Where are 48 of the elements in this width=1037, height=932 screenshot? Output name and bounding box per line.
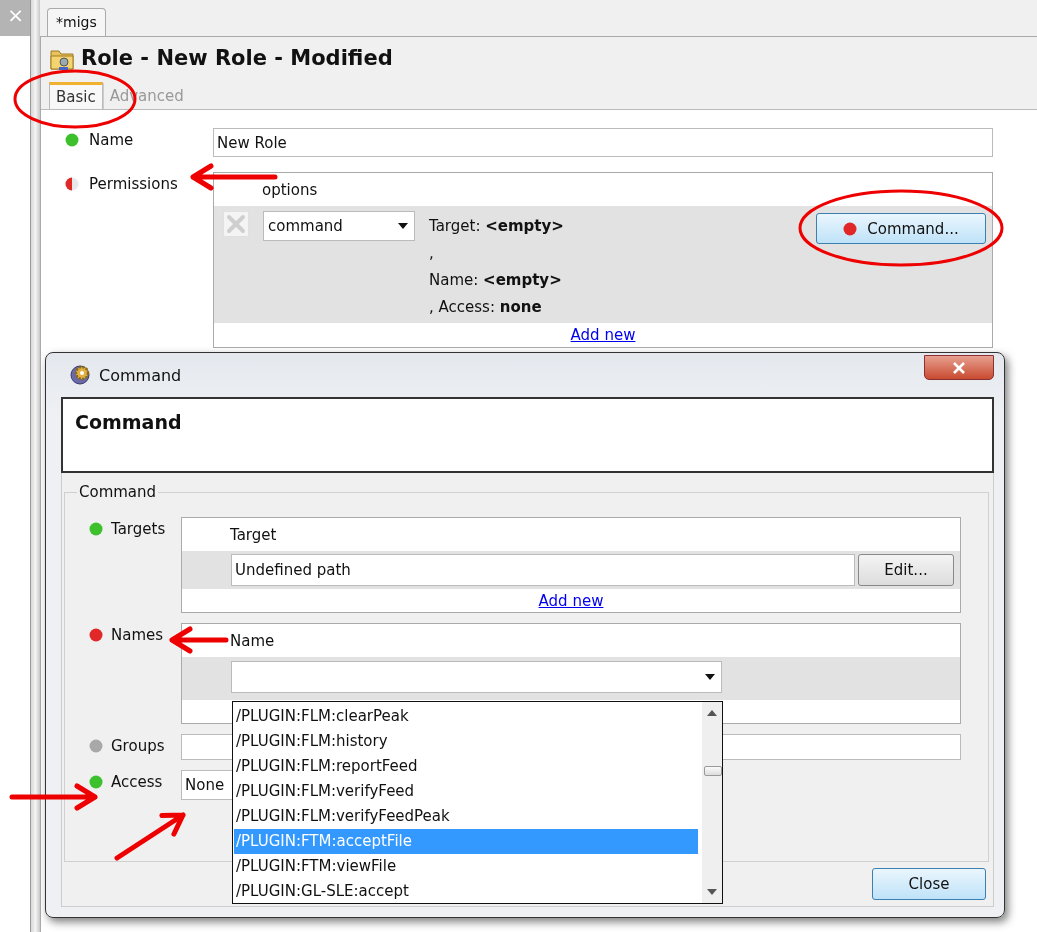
type-dropdown[interactable]: command xyxy=(263,211,415,241)
gear-icon xyxy=(69,364,91,386)
field-label: Names xyxy=(111,626,164,644)
name-dropdown[interactable] xyxy=(231,661,722,693)
summary-text: , xyxy=(429,243,435,263)
scroll-down-icon xyxy=(707,889,717,895)
dropdown-option[interactable]: /PLUGIN:FLM:verifyFeed xyxy=(234,779,698,804)
access-field[interactable]: None xyxy=(181,770,235,800)
dropdown-option[interactable]: /PLUGIN:FLM:clearPeak xyxy=(234,704,698,729)
caret-icon xyxy=(398,223,408,229)
annotation-arrow xyxy=(169,626,229,654)
column-header: Name xyxy=(230,631,275,650)
caret-icon xyxy=(705,674,715,680)
field-label: Targets xyxy=(111,520,166,538)
add-new-link[interactable]: Add new xyxy=(570,326,636,344)
dialog-heading: Command xyxy=(75,411,182,433)
add-new-link[interactable]: Add new xyxy=(538,591,604,610)
summary-text: Target: <empty> xyxy=(429,216,565,236)
dialog-title: Command xyxy=(99,365,183,385)
column-header: Target xyxy=(230,525,277,544)
name-field[interactable]: New Role xyxy=(213,128,993,157)
field-label: Groups xyxy=(111,737,165,755)
dropdown-option[interactable]: /PLUGIN:FLM:verifyFeedPeak xyxy=(234,804,698,829)
edit-button[interactable]: Edit... xyxy=(858,554,954,586)
scroll-up-icon xyxy=(707,710,717,716)
summary-text: Name: <empty> xyxy=(429,270,563,290)
scroll-thumb[interactable] xyxy=(704,766,722,776)
editor-title: Role - New Role - Modified xyxy=(81,46,393,70)
dropdown-option[interactable]: /PLUGIN:FTM:viewFile xyxy=(234,854,698,879)
editor-tab[interactable]: *migs xyxy=(47,8,106,36)
field-label: Permissions xyxy=(89,175,178,193)
close-button[interactable]: Close xyxy=(872,868,986,900)
path-field[interactable]: Undefined path xyxy=(231,554,855,586)
annotation-arrow xyxy=(114,812,186,861)
dropdown-option[interactable]: /PLUGIN:FLM:history xyxy=(234,729,698,754)
column-header: options xyxy=(262,180,318,199)
field-label: Name xyxy=(89,131,134,149)
close-icon xyxy=(952,361,966,374)
command-button[interactable]: Command... xyxy=(816,213,986,244)
dropdown-option[interactable]: /PLUGIN:FLM:reportFeed xyxy=(234,754,698,779)
remove-icon xyxy=(223,211,249,237)
scrollbar[interactable] xyxy=(702,702,722,903)
close-button[interactable] xyxy=(924,355,994,380)
dropdown-option[interactable]: /PLUGIN:GL-SLE:accept xyxy=(234,879,698,904)
dropdown-value: command xyxy=(268,217,343,235)
summary-text: , Access: none xyxy=(429,297,543,317)
form-tab[interactable]: Basic xyxy=(49,82,103,109)
field-label: Access xyxy=(111,773,163,791)
